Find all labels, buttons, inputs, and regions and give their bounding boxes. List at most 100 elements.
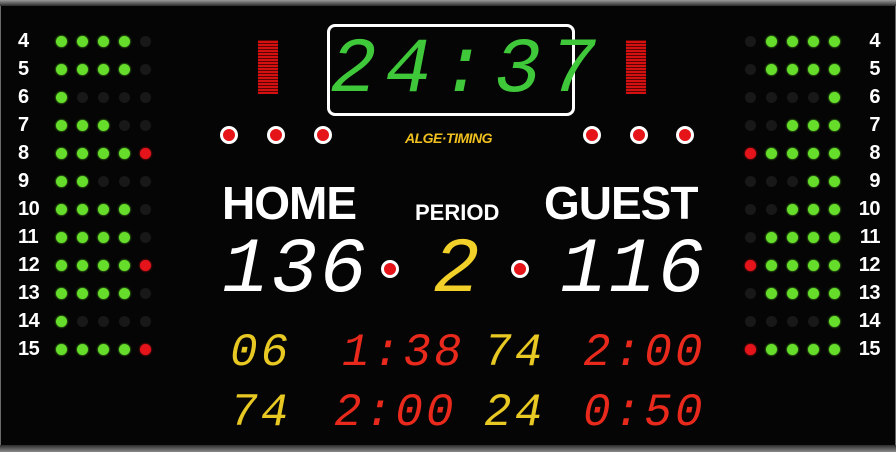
period-value: 2 (433, 227, 480, 315)
player-number: 4 (869, 29, 880, 52)
foul-light (98, 63, 109, 75)
foul-light (829, 119, 840, 131)
foul-lights (56, 315, 151, 327)
foul-light (787, 63, 798, 75)
foul-light (745, 203, 756, 215)
player-number: 8 (18, 141, 29, 164)
brand-logo: ALGE·TIMING (405, 130, 493, 146)
foul-lights (56, 231, 151, 243)
foul-light (56, 315, 67, 327)
foul-light (119, 175, 130, 187)
foul-lights (745, 175, 840, 187)
guest-possession-light (511, 260, 529, 278)
guest-penalty-2-time: 0:50 (583, 387, 706, 439)
left-player-row: 4 (18, 27, 158, 55)
foul-lights (745, 147, 840, 159)
foul-light (119, 91, 130, 103)
player-number: 5 (18, 57, 29, 80)
foul-lights (56, 203, 151, 215)
player-number: 4 (18, 29, 29, 52)
foul-light (808, 287, 819, 299)
player-number: 8 (869, 141, 880, 164)
foul-lights (56, 35, 151, 47)
foul-light (745, 259, 756, 271)
foul-light (56, 231, 67, 243)
guest-score: 116 (560, 227, 707, 315)
right-player-row: 9 (740, 167, 881, 195)
foul-light (98, 287, 109, 299)
foul-light (140, 119, 151, 131)
foul-light (766, 175, 777, 187)
foul-light (140, 63, 151, 75)
foul-light (98, 203, 109, 215)
foul-lights (745, 35, 840, 47)
right-player-row: 14 (740, 307, 881, 335)
foul-light (766, 203, 777, 215)
foul-light (119, 63, 130, 75)
foul-light (119, 147, 130, 159)
left-player-row: 6 (18, 83, 158, 111)
foul-light (56, 343, 67, 355)
foul-light (787, 259, 798, 271)
foul-light (766, 231, 777, 243)
foul-light (77, 231, 88, 243)
foul-light (98, 91, 109, 103)
player-number: 9 (869, 169, 880, 192)
foul-light (140, 91, 151, 103)
foul-light (56, 35, 67, 47)
right-player-row: 11 (740, 223, 881, 251)
guest-timeout-light-1 (583, 126, 601, 144)
foul-lights (745, 315, 840, 327)
foul-light (745, 287, 756, 299)
foul-lights (745, 63, 840, 75)
foul-lights (56, 91, 151, 103)
foul-light (829, 63, 840, 75)
foul-light (766, 63, 777, 75)
foul-lights (745, 343, 840, 355)
foul-light (119, 315, 130, 327)
foul-light (77, 315, 88, 327)
foul-light (766, 119, 777, 131)
player-number: 12 (858, 253, 881, 276)
right-player-row: 7 (740, 111, 881, 139)
home-player-rows: 4 5 6 7 8 9 10 11 12 13 14 15 (18, 27, 158, 363)
foul-light (808, 35, 819, 47)
foul-light (829, 259, 840, 271)
guest-player-rows: 4 5 6 7 8 9 10 11 12 13 14 15 (740, 27, 881, 363)
foul-light (787, 231, 798, 243)
player-number: 6 (18, 85, 29, 108)
foul-light (766, 259, 777, 271)
foul-light (745, 63, 756, 75)
left-player-row: 13 (18, 279, 158, 307)
player-number: 14 (858, 309, 881, 332)
foul-lights (745, 287, 840, 299)
foul-light (77, 35, 88, 47)
player-number: 11 (18, 225, 39, 248)
foul-light (787, 119, 798, 131)
foul-light (829, 287, 840, 299)
foul-light (829, 203, 840, 215)
home-penalty-2-player: 74 (230, 387, 292, 439)
foul-light (98, 343, 109, 355)
foul-light (56, 259, 67, 271)
foul-light (119, 203, 130, 215)
guest-timeout-light-3 (676, 126, 694, 144)
home-timeout-light-1 (220, 126, 238, 144)
foul-light (787, 287, 798, 299)
foul-lights (56, 119, 151, 131)
foul-light (140, 343, 151, 355)
foul-lights (56, 147, 151, 159)
foul-light (119, 287, 130, 299)
foul-light (119, 259, 130, 271)
foul-light (119, 343, 130, 355)
foul-light (787, 91, 798, 103)
guest-penalty-2-player: 24 (484, 387, 546, 439)
foul-light (829, 343, 840, 355)
foul-light (787, 203, 798, 215)
foul-light (829, 147, 840, 159)
foul-light (808, 147, 819, 159)
foul-light (808, 175, 819, 187)
guest-penalty-1-player: 74 (484, 327, 546, 379)
player-number: 6 (869, 85, 880, 108)
foul-light (766, 315, 777, 327)
